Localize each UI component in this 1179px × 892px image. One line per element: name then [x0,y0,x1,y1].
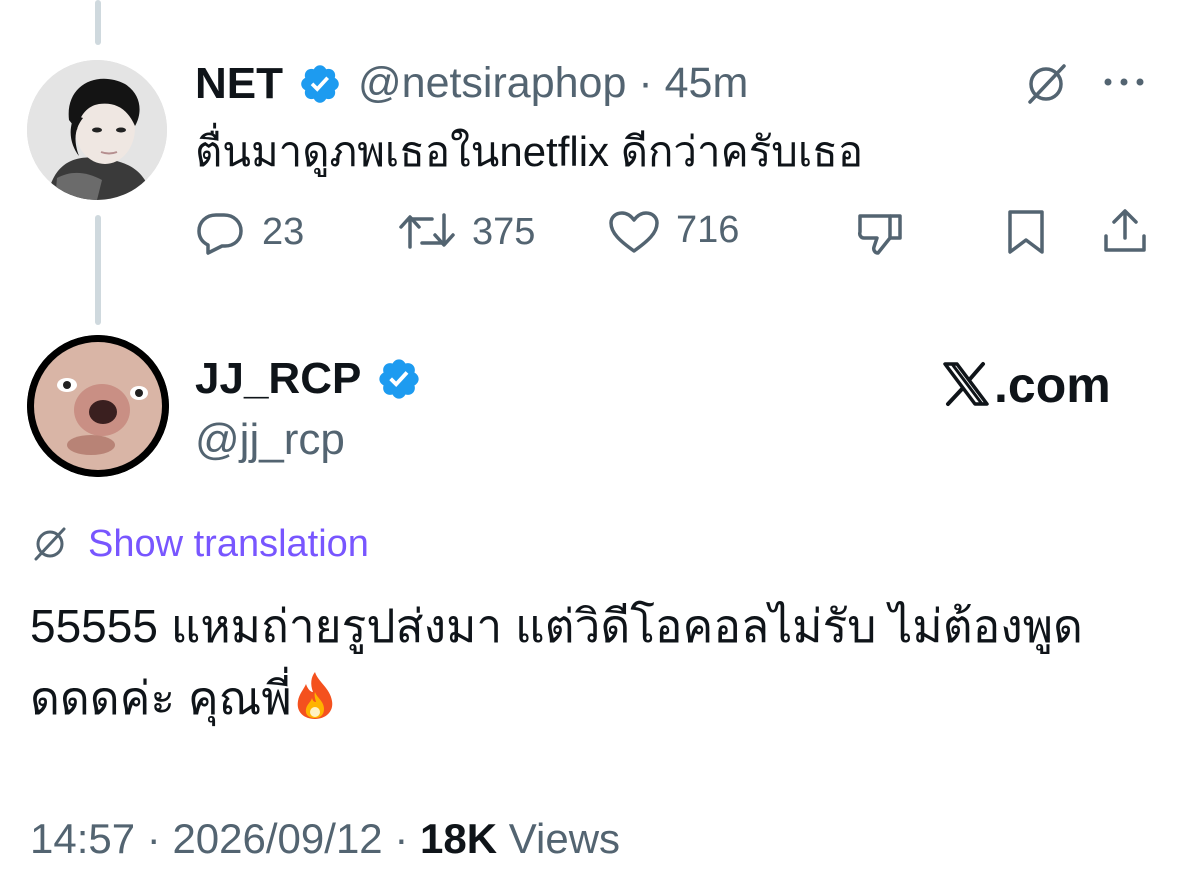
tweet-date[interactable]: 2026/09/12 [172,815,382,862]
views-count: 18K [420,815,498,862]
verified-badge-icon [379,359,419,399]
translate-icon[interactable] [30,524,70,564]
separator: · [394,815,409,862]
bookmark-icon[interactable] [1004,208,1048,256]
watermark-text: .com [994,357,1111,413]
tweet-text-content: 55555 แหมถ่ายรูปส่งมา แต่วิดีโอคอลไม่รับ… [30,600,1083,724]
tweet-text: ตื่นมาดูภพเธอในnetflix ดีกว่าครับเธอ [195,128,864,175]
handle[interactable]: @jj_rcp [195,418,345,462]
dislike-icon[interactable] [856,210,906,256]
display-name[interactable]: JJ_RCP [195,357,361,401]
avatar-net[interactable] [27,60,167,200]
display-name[interactable]: NET [195,62,283,106]
separator: · [146,815,161,862]
reply-count: 23 [262,211,305,253]
fire-emoji-icon [297,672,332,719]
tweet-time[interactable]: 14:57 [30,815,135,862]
retweet-icon[interactable] [398,211,458,251]
views-label: Views [508,815,621,862]
retweet-count: 375 [472,211,536,253]
handle[interactable]: @netsiraphop [358,59,626,107]
x-logo-icon [943,362,989,406]
reply-icon[interactable] [196,211,244,255]
thread-line-top [95,0,101,45]
tweet-text: 55555 แหมถ่ายรูปส่งมา แต่วิดีโอคอลไม่รับ… [30,590,1110,734]
like-icon[interactable] [608,210,660,254]
separator: · [638,59,653,107]
share-icon[interactable] [1100,206,1150,256]
timestamp[interactable]: 45m [665,59,749,107]
tweet-meta: 14:57 · 2026/09/12 · 18K Views [30,818,620,860]
more-icon[interactable] [1100,72,1148,92]
avatar-jj[interactable] [27,335,169,477]
like-count: 716 [676,209,740,251]
show-translation-link[interactable]: Show translation [88,525,369,563]
thread-line-connector [95,215,101,325]
handle-and-time: @netsiraphop · 45m [358,62,748,105]
verified-badge-icon [301,65,339,103]
grok-icon[interactable] [1022,60,1070,108]
